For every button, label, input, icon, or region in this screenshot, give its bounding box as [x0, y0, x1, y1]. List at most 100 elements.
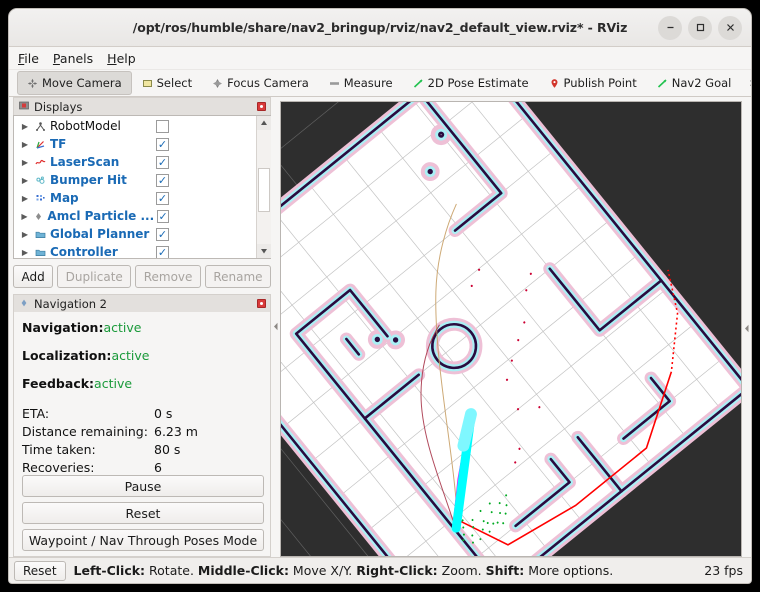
tool-select-label: Select	[156, 76, 193, 90]
display-label: LaserScan	[50, 155, 120, 169]
left-splitter[interactable]	[271, 97, 280, 557]
hint-right-click-text: Zoom.	[437, 563, 482, 578]
hint-middle-click-label: Middle-Click:	[197, 563, 289, 578]
navigation2-panel: Navigation 2 Navigation:active Localizat…	[13, 294, 271, 557]
display-checkbox[interactable]: ✓	[157, 209, 169, 223]
display-row-tf[interactable]: ▶ TF ✓	[14, 135, 256, 153]
collapse-right-icon[interactable]	[744, 324, 750, 335]
status-navigation-value: active	[103, 320, 142, 335]
metric-recoveries-value: 6	[154, 460, 162, 475]
minimize-button[interactable]	[658, 15, 682, 40]
reset-button[interactable]: Reset	[22, 502, 264, 524]
focus-camera-icon	[212, 78, 223, 89]
navigation-metrics: ETA: 0 s Distance remaining: 6.23 m Time…	[22, 406, 264, 475]
display-row-amcl-particles[interactable]: ▶ Amcl Particle ... ✓	[14, 207, 256, 225]
render-view-3d[interactable]	[280, 101, 742, 557]
status-localization-label: Localization:	[22, 348, 112, 363]
hint-right-click-label: Right-Click:	[356, 563, 438, 578]
menu-item-panels[interactable]: Panels	[53, 51, 93, 66]
displays-tree-rows: ▶ RobotModel ▶ TF ✓ ▶ LaserScan ✓ ▶ Bump…	[14, 116, 256, 258]
navigation-panel-icon	[19, 297, 29, 311]
move-camera-icon	[27, 78, 38, 89]
displays-panel-title: Displays	[34, 99, 83, 114]
display-checkbox[interactable]: ✓	[156, 245, 169, 258]
tool-2d-pose-estimate[interactable]: 2D Pose Estimate	[403, 71, 539, 95]
menu-item-file[interactable]: File	[18, 51, 39, 66]
metric-recoveries-label: Recoveries:	[22, 460, 95, 475]
display-checkbox[interactable]	[156, 119, 169, 133]
menu-item-help[interactable]: Help	[107, 51, 136, 66]
displays-scroll-track[interactable]	[256, 130, 271, 244]
metric-eta-label: ETA:	[22, 406, 50, 421]
hint-left-click-label: Left-Click:	[73, 563, 146, 578]
tool-nav2-goal[interactable]: Nav2 Goal	[647, 71, 742, 95]
tool-move-camera[interactable]: Move Camera	[17, 71, 132, 95]
display-checkbox[interactable]: ✓	[156, 173, 169, 187]
rename-button[interactable]: Rename	[204, 265, 272, 288]
collapse-left-icon[interactable]	[273, 322, 279, 333]
display-row-laserscan[interactable]: ▶ LaserScan ✓	[14, 153, 256, 171]
tool-focus-camera[interactable]: Focus Camera	[202, 71, 319, 95]
expand-arrow-icon[interactable]: ▶	[20, 140, 30, 149]
render-column	[280, 97, 751, 557]
laser-scan-icon	[33, 157, 47, 168]
waypoint-mode-button[interactable]: Waypoint / Nav Through Poses Mode	[22, 529, 264, 551]
display-row-map[interactable]: ▶ Map ✓	[14, 189, 256, 207]
metric-time-value: 80 s	[154, 442, 181, 457]
metric-distance-label: Distance remaining:	[22, 424, 148, 439]
tool-publish-point[interactable]: Publish Point	[539, 71, 647, 95]
display-row-bumper-hit[interactable]: ▶ Bumper Hit ✓	[14, 171, 256, 189]
expand-arrow-icon[interactable]: ▶	[20, 122, 30, 131]
panel-close-icon[interactable]	[257, 299, 266, 308]
displays-scroll-thumb[interactable]	[257, 168, 270, 212]
panel-close-icon[interactable]	[257, 102, 266, 111]
duplicate-button[interactable]: Duplicate	[57, 265, 132, 288]
tool-measure-label: Measure	[343, 76, 393, 90]
displays-scrollbar[interactable]	[256, 116, 271, 258]
publish-point-icon	[549, 78, 560, 89]
display-row-controller[interactable]: ▶ Controller ✓	[14, 243, 256, 258]
navigation2-panel-body: Navigation:active Localization:active Fe…	[13, 312, 271, 557]
hint-shift-label: Shift:	[485, 563, 525, 578]
measure-icon	[329, 78, 340, 89]
menu-bar: File Panels Help	[9, 47, 751, 70]
status-reset-button[interactable]: Reset	[14, 560, 66, 581]
add-button[interactable]: Add	[13, 265, 54, 288]
expand-arrow-icon[interactable]: ▶	[20, 212, 29, 221]
tool-select[interactable]: Select	[132, 71, 202, 95]
tool-measure[interactable]: Measure	[319, 71, 403, 95]
remove-button[interactable]: Remove	[135, 265, 201, 288]
expand-arrow-icon[interactable]: ▶	[20, 248, 30, 257]
map-icon	[33, 193, 47, 204]
amcl-particles-icon	[32, 211, 45, 222]
navigation2-panel-title: Navigation 2	[34, 296, 107, 311]
display-checkbox[interactable]: ✓	[156, 155, 169, 169]
display-row-global-planner[interactable]: ▶ Global Planner ✓	[14, 225, 256, 243]
status-navigation-label: Navigation:	[22, 320, 104, 335]
tool-focus-camera-label: Focus Camera	[227, 76, 309, 90]
scroll-down-arrow-icon[interactable]	[256, 244, 271, 258]
maximize-button[interactable]	[688, 15, 712, 40]
display-checkbox[interactable]: ✓	[156, 191, 169, 205]
display-checkbox[interactable]: ✓	[156, 227, 169, 241]
group-folder-icon	[33, 247, 47, 258]
left-dock-column: Displays ▶ RobotModel ▶ TF ✓ ▶ LaserScan…	[9, 97, 272, 557]
expand-arrow-icon[interactable]: ▶	[20, 158, 30, 167]
pose-estimate-icon	[413, 78, 424, 89]
metric-time-label: Time taken:	[22, 442, 96, 457]
close-button[interactable]	[718, 15, 742, 40]
expand-arrow-icon[interactable]: ▶	[20, 230, 30, 239]
tool-bar: Move Camera Select Focus Camera Measure	[9, 70, 751, 97]
scroll-up-arrow-icon[interactable]	[256, 116, 271, 130]
expand-arrow-icon[interactable]: ▶	[20, 194, 30, 203]
navigation2-panel-header: Navigation 2	[13, 294, 271, 312]
expand-arrow-icon[interactable]: ▶	[20, 176, 30, 185]
display-checkbox[interactable]: ✓	[156, 137, 169, 151]
status-navigation: Navigation:active	[22, 320, 264, 335]
display-row-robotmodel[interactable]: ▶ RobotModel	[14, 117, 256, 135]
display-label: Controller	[50, 245, 118, 258]
pause-button[interactable]: Pause	[22, 475, 264, 497]
right-splitter[interactable]	[742, 101, 751, 557]
display-label: Amcl Particle ...	[47, 209, 155, 223]
toolbar-overflow-button[interactable]: »	[741, 71, 751, 95]
